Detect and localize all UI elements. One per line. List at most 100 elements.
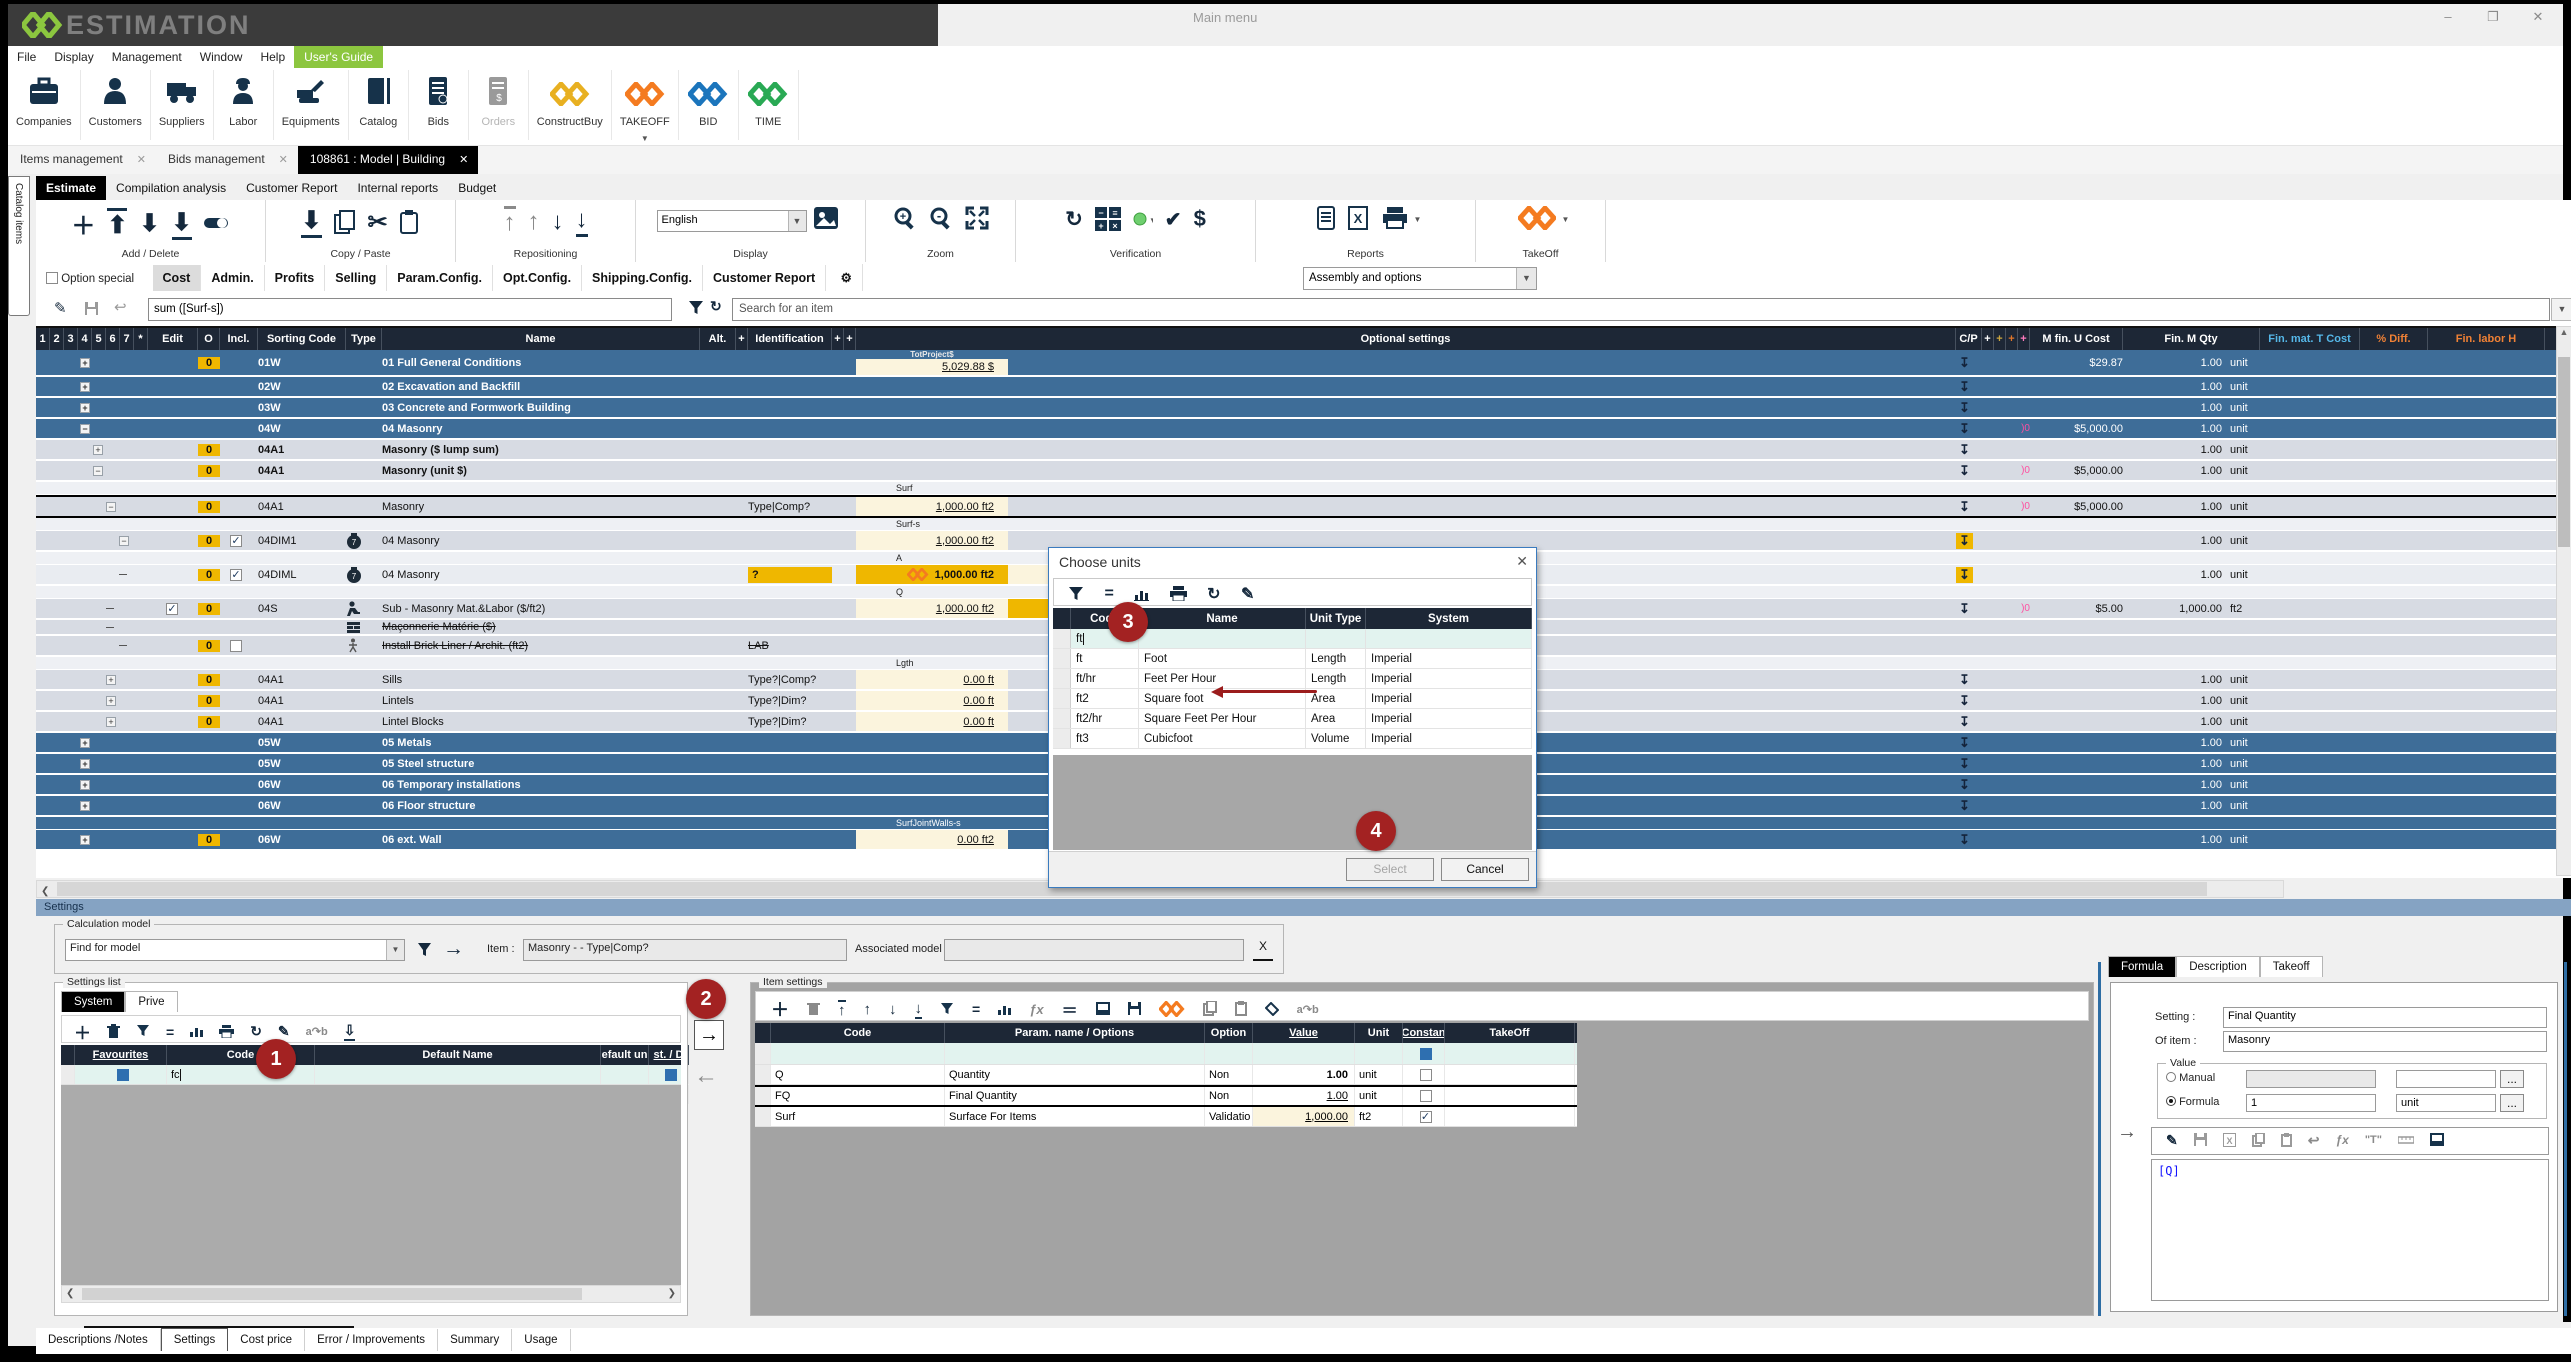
o-value[interactable]: 0 bbox=[198, 444, 220, 456]
item-settings-header-value[interactable]: Value bbox=[1253, 1023, 1355, 1043]
grid-cell-edit[interactable] bbox=[148, 461, 198, 480]
grid-cell-ucost[interactable] bbox=[2030, 691, 2123, 710]
o-value[interactable]: 0 bbox=[198, 716, 220, 728]
filter-cell[interactable] bbox=[945, 1043, 1205, 1064]
view-tab-admin-[interactable]: Admin. bbox=[201, 265, 264, 291]
formula-input[interactable]: sum ([Surf-s]) bbox=[148, 298, 672, 321]
grid-cell-ucost[interactable] bbox=[2030, 796, 2123, 815]
menu-management[interactable]: Management bbox=[103, 46, 191, 68]
bottom-tab-cost-price[interactable]: Cost price bbox=[228, 1329, 305, 1351]
filter-funnel-icon[interactable] bbox=[136, 1023, 150, 1041]
grid-cell-cp[interactable]: ↧ bbox=[1956, 440, 1982, 459]
close-button[interactable]: ✕ bbox=[2523, 8, 2553, 26]
cp-arrow-icon[interactable]: ↧ bbox=[1956, 400, 1973, 416]
copy-icon[interactable] bbox=[334, 210, 356, 234]
copy-icon[interactable] bbox=[2252, 1131, 2265, 1149]
grid-cell-identification[interactable] bbox=[748, 599, 832, 618]
grid-cell-alt[interactable] bbox=[700, 461, 736, 480]
grid-cell-o[interactable] bbox=[198, 419, 220, 438]
assembly-dropdown[interactable]: Assembly and options▼ bbox=[1303, 267, 1537, 290]
grid-cell-name[interactable]: 01 Full General Conditions bbox=[382, 350, 700, 375]
grid-cell-qty[interactable]: 1.00unit bbox=[2123, 754, 2260, 773]
grid-cell-ucost[interactable] bbox=[2030, 830, 2123, 849]
ident-flag[interactable]: ? bbox=[748, 567, 832, 583]
filter-cell[interactable] bbox=[1355, 1043, 1403, 1064]
grid-cell-sorting-code[interactable]: 04S bbox=[258, 599, 346, 618]
o-value[interactable]: 0 bbox=[198, 501, 220, 513]
grid-cell-qty[interactable]: 1.00unit bbox=[2123, 377, 2260, 396]
toolbar-button-catalog[interactable]: Catalog bbox=[349, 70, 409, 140]
grid-cell-identification[interactable] bbox=[748, 419, 832, 438]
grid-row-01w[interactable]: +001W01 Full General ConditionsTotProjec… bbox=[36, 350, 2571, 377]
grid-cell-o[interactable]: 0 bbox=[198, 497, 220, 516]
grid-row-03w[interactable]: +03W03 Concrete and Formwork Building↧1.… bbox=[36, 398, 2571, 419]
paste-icon[interactable] bbox=[2281, 1131, 2292, 1149]
splitter[interactable] bbox=[2564, 962, 2567, 1316]
grid-header-level-4[interactable]: 4 bbox=[78, 328, 92, 350]
grid-cell-qty[interactable]: 1.00unit bbox=[2123, 691, 2260, 710]
scrollbar-thumb[interactable] bbox=[82, 1288, 582, 1300]
cp-arrow-icon[interactable]: ↧ bbox=[1956, 798, 1973, 814]
grid-header-cp[interactable]: C/P bbox=[1956, 328, 1982, 350]
incl-checkbox-checked[interactable] bbox=[230, 569, 242, 581]
edit-pencil-icon[interactable]: ✎ bbox=[2166, 1132, 2178, 1149]
formula-editor[interactable]: [Q] bbox=[2151, 1159, 2549, 1301]
filter-unit[interactable] bbox=[601, 1065, 649, 1084]
cp-arrow-icon[interactable]: ↧ bbox=[1956, 499, 1973, 515]
grid-cell-identification[interactable] bbox=[748, 440, 832, 459]
cp-arrow-icon[interactable]: ↧ bbox=[1956, 714, 1973, 730]
grid-cell-cp[interactable]: ↧ bbox=[1956, 377, 1982, 396]
grid-cell-sorting-code[interactable]: 04A1 bbox=[258, 440, 346, 459]
grid-cell-cp[interactable]: ↧ bbox=[1956, 796, 1982, 815]
o-value[interactable]: 0 bbox=[198, 465, 220, 477]
cell-takeoff[interactable] bbox=[1445, 1087, 1575, 1105]
grid-cell-edit[interactable] bbox=[148, 377, 198, 396]
grid-header-level-3[interactable]: 3 bbox=[64, 328, 78, 350]
grid-cell-qty[interactable]: 1.00unit bbox=[2123, 350, 2260, 375]
grid-cell-sorting-code[interactable]: 04A1 bbox=[258, 712, 346, 731]
grid-cell-cp[interactable]: ↧ bbox=[1956, 350, 1982, 375]
grid-cell-opt[interactable]: 0.00 ft2 bbox=[856, 830, 1008, 849]
grid-cell-o[interactable]: 0 bbox=[198, 830, 220, 849]
view-tab-shipping-config-[interactable]: Shipping.Config. bbox=[582, 265, 703, 291]
cell-constant[interactable] bbox=[1403, 1087, 1445, 1105]
grid-cell-qty[interactable] bbox=[2123, 636, 2260, 655]
grid-cell-name[interactable]: Install Brick Liner / Archit. (ft2) bbox=[382, 636, 700, 655]
grid-cell-name[interactable]: Masonry ($ lump sum) bbox=[382, 440, 700, 459]
grid-cell-incl[interactable] bbox=[220, 461, 258, 480]
grid-cell-name[interactable]: Masonry (unit $) bbox=[382, 461, 700, 480]
cp-arrow-icon[interactable]: ↧ bbox=[1956, 442, 1973, 458]
grid-row-04a1[interactable]: −004A1Masonry (unit $)↧)0$5,000.001.00un… bbox=[36, 461, 2571, 482]
dialog-unit-row-ft-hr[interactable]: ft/hrFeet Per HourLengthImperial bbox=[1053, 669, 1532, 689]
item-field[interactable]: Masonry - - Type|Comp? bbox=[523, 939, 847, 961]
bottom-tab-settings[interactable]: Settings bbox=[161, 1328, 229, 1351]
grid-header-edit[interactable]: Edit bbox=[148, 328, 198, 350]
cp-arrow-icon[interactable]: ↧ bbox=[1956, 533, 1973, 549]
grid-cell-ucost[interactable] bbox=[2030, 733, 2123, 752]
grid-cell-alt[interactable] bbox=[700, 712, 736, 731]
tree-collapse-icon[interactable]: − bbox=[93, 466, 103, 476]
grid-header-level-*[interactable]: * bbox=[134, 328, 148, 350]
toolbar-button-companies[interactable]: Companies bbox=[8, 70, 81, 140]
grid-cell-name[interactable]: Sub - Masonry Mat.&Labor ($/ft2) bbox=[382, 599, 700, 618]
grid-header-plus[interactable]: + bbox=[1994, 328, 2006, 350]
grid-cell-identification[interactable] bbox=[748, 733, 832, 752]
toolbar-button-suppliers[interactable]: Suppliers bbox=[151, 70, 214, 140]
grid-cell-qty[interactable]: 1.00unit bbox=[2123, 497, 2260, 516]
rename-icon[interactable]: a↷b bbox=[306, 1025, 328, 1038]
grid-cell-incl[interactable] bbox=[220, 599, 258, 618]
grid-cell-edit[interactable] bbox=[148, 350, 198, 375]
chart-icon[interactable] bbox=[998, 1000, 1011, 1018]
favourites-filter-checkbox[interactable] bbox=[117, 1069, 129, 1081]
grid-cell-identification[interactable]: Type?|Dim? bbox=[748, 712, 832, 731]
opt-value[interactable]: 5,029.88 $ bbox=[856, 359, 1008, 375]
scroll-up-icon[interactable]: ▲ bbox=[2557, 327, 2571, 337]
equals-icon[interactable]: ＝ bbox=[1062, 997, 1078, 1021]
grid-cell-identification[interactable] bbox=[748, 350, 832, 375]
language-dropdown[interactable]: English▼ bbox=[657, 210, 807, 232]
grid-cell-qty[interactable]: 1.00unit bbox=[2123, 775, 2260, 794]
formula-unit-field[interactable]: unit bbox=[2396, 1094, 2496, 1112]
grid-cell-edit[interactable] bbox=[148, 796, 198, 815]
grid-cell-edit[interactable] bbox=[148, 497, 198, 516]
grid-cell-name[interactable]: 04 Masonry bbox=[382, 565, 700, 584]
